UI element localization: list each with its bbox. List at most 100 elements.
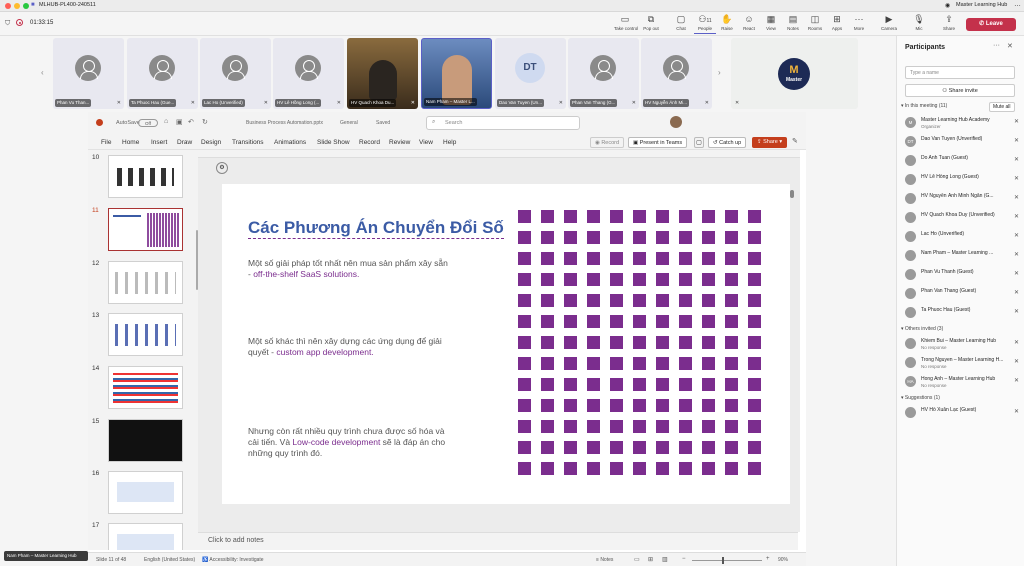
maximize-window-button[interactable] (23, 3, 29, 9)
participant-row[interactable]: HV Hồ Xuân Lạc (Guest) ✕ (903, 405, 1021, 421)
tab-draw[interactable]: Draw (177, 139, 192, 146)
participant-row[interactable]: Trong Nguyen – Master Learning H... No re… (903, 355, 1021, 371)
tab-animations[interactable]: Animations (274, 139, 306, 146)
more-button[interactable]: ··· More (848, 14, 870, 34)
chevron-right-icon[interactable]: › (718, 68, 721, 77)
mic-button[interactable]: 🎙 Mic (908, 14, 930, 34)
participant-row[interactable]: HV Nguyễn Ánh Minh Ngân (G... ✕ (903, 191, 1021, 207)
participant-row[interactable]: M Master Learning Hub Academy Organizer ✕ (903, 115, 1021, 131)
present-in-teams-button[interactable]: ▣ Present in Teams (628, 137, 688, 148)
participant-row[interactable]: Khiem Bui – Master Learning Hub No respon… (903, 336, 1021, 352)
tab-record[interactable]: Record (359, 139, 380, 146)
slide-paragraph-1[interactable]: Một số giải pháp tốt nhất nên mua sản ph… (248, 258, 448, 280)
slide-title[interactable]: Các Phương Án Chuyển Đổi Số (248, 218, 504, 239)
share-button[interactable]: ⇪ Share ▾ (752, 137, 788, 148)
tab-transitions[interactable]: Transitions (232, 139, 264, 146)
chat-button[interactable]: ▢ Chat (670, 14, 692, 34)
tab-insert[interactable]: Insert (151, 139, 167, 146)
reading-view-icon[interactable]: ▥ (662, 556, 668, 563)
share-button[interactable]: ⇪ Share (938, 14, 960, 34)
search-input[interactable]: ⌕ Search (426, 116, 580, 130)
slide-thumbnail[interactable] (108, 261, 183, 304)
editor-scrollbar[interactable] (790, 190, 794, 198)
video-tile[interactable]: Phan Van Thang (G... ✕ (568, 38, 639, 109)
account-icon[interactable]: ◉ (945, 2, 950, 9)
name-search-input[interactable]: Type a name (905, 66, 1015, 79)
in-meeting-section-label[interactable]: ▾ In this meeting (11) (901, 103, 947, 109)
video-tile[interactable]: HV Nguyễn Ánh Mi... ✕ (641, 38, 712, 109)
zoom-out-icon[interactable]: − (682, 556, 686, 562)
participant-row[interactable]: Phan Vu Thanh (Guest) ✕ (903, 267, 1021, 283)
video-tile[interactable]: Phan Vu Than... ✕ (53, 38, 124, 109)
close-icon[interactable]: ✕ (1007, 42, 1013, 50)
tab-design[interactable]: Design (201, 139, 221, 146)
video-tile-camera-active[interactable]: Nam Pham – Master L... (421, 38, 492, 109)
share-invite-button[interactable]: ⚇ Share invite (905, 84, 1015, 97)
video-tile[interactable]: DT Dao Van Tuyen (Un... ✕ (495, 38, 566, 109)
suggestions-section-label[interactable]: ▾ Suggestions (1) (901, 395, 940, 401)
tab-file[interactable]: File (101, 139, 111, 146)
zoom-in-icon[interactable]: + (766, 556, 770, 562)
notes-button[interactable]: ▤ Notes (782, 14, 804, 34)
slide-sorter-icon[interactable]: ⊞ (648, 556, 653, 563)
participant-row[interactable]: Do Anh Tuan (Guest) ✕ (903, 153, 1021, 169)
video-tile[interactable]: HV Lê Hồng Long (... ✕ (273, 38, 344, 109)
slide-paragraph-3[interactable]: Nhưng còn rất nhiều quy trình chưa được … (248, 426, 448, 459)
react-button[interactable]: ☺ React (738, 14, 760, 34)
undo-icon[interactable]: ↶ (188, 118, 194, 126)
slide-thumbnail[interactable] (108, 366, 183, 409)
close-window-button[interactable] (5, 3, 11, 9)
zoom-slider[interactable] (692, 557, 762, 564)
autosave-toggle[interactable]: Off (138, 119, 158, 127)
participant-row[interactable]: Lac Ho (Unverified) ✕ (903, 229, 1021, 245)
raise-hand-button[interactable]: ✋ Raise (716, 14, 738, 34)
tab-view[interactable]: View (419, 139, 433, 146)
tab-help[interactable]: Help (443, 139, 456, 146)
tab-review[interactable]: Review (389, 139, 410, 146)
people-button[interactable]: ⚇11 People (694, 14, 716, 34)
pen-icon[interactable]: ✎ (792, 137, 798, 145)
slide-thumbnail[interactable] (108, 523, 183, 550)
participant-row[interactable]: HV Quach Khoa Duy (Unverified) ✕ (903, 210, 1021, 226)
slide-thumbnail[interactable] (108, 471, 183, 514)
more-icon[interactable]: ··· (993, 42, 1000, 49)
slide-thumbnail[interactable] (108, 313, 183, 356)
mute-all-button[interactable]: Mute all (989, 102, 1015, 112)
slide-paragraph-2[interactable]: Một số khác thì nên xây dựng các ứng dụn… (248, 336, 448, 358)
sensitivity-label[interactable]: General (340, 120, 358, 126)
chevron-left-icon[interactable]: ‹ (41, 68, 44, 77)
participant-row[interactable]: Phan Van Thang (Guest) ✕ (903, 286, 1021, 302)
accessibility-status[interactable]: ♿ Accessibility: Investigate (202, 557, 264, 563)
take-control-button[interactable]: ▭ Take control (614, 14, 638, 34)
apps-button[interactable]: ⊞ Apps (826, 14, 848, 34)
catch-up-button[interactable]: ↺ Catch up (708, 137, 747, 148)
notes-pane[interactable]: Click to add notes (198, 532, 798, 550)
more-icon[interactable]: … (1014, 1, 1021, 8)
notes-toggle[interactable]: ≡ Notes (596, 557, 613, 563)
pop-out-button[interactable]: ⧉ Pop out (640, 14, 662, 34)
slide-thumbnail[interactable] (108, 155, 183, 198)
language[interactable]: English (United States) (144, 557, 195, 563)
record-button[interactable]: ◉ Record (590, 137, 625, 148)
comments-icon[interactable]: ▢ (694, 137, 704, 148)
video-tile-camera[interactable]: HV Quach Khoa Du... ✕ (347, 38, 418, 109)
participant-row[interactable]: HV Lê Hồng Long (Guest) ✕ (903, 172, 1021, 188)
slide-thumbnail-selected[interactable] (108, 208, 183, 251)
tab-slideshow[interactable]: Slide Show (317, 139, 350, 146)
camera-button[interactable]: ▶ Camera (878, 14, 900, 34)
normal-view-icon[interactable]: ▭ (634, 556, 640, 563)
video-tile[interactable]: Lac Ho (Unverified) ✕ (200, 38, 271, 109)
video-tile-organizer[interactable]: M Master ✕ (731, 38, 858, 109)
home-icon[interactable]: ⌂ (164, 118, 168, 125)
save-icon[interactable]: ▣ (176, 118, 183, 126)
zoom-level[interactable]: 90% (778, 557, 788, 563)
leave-button[interactable]: ✆ Leave (966, 18, 1016, 31)
designer-icon[interactable]: ⚙ (216, 162, 228, 174)
view-button[interactable]: ▦ View (760, 14, 782, 34)
others-invited-section-label[interactable]: ▾ Others invited (3) (901, 326, 943, 332)
participant-row[interactable]: Nam Pham – Master Learning ... ✕ (903, 248, 1021, 264)
minimize-window-button[interactable] (14, 3, 20, 9)
slide[interactable]: Các Phương Án Chuyển Đổi Số Một số giải … (222, 184, 790, 504)
avatar[interactable] (670, 116, 682, 128)
participant-row[interactable]: HA Hong Anh – Master Learning Hub No respo… (903, 374, 1021, 390)
